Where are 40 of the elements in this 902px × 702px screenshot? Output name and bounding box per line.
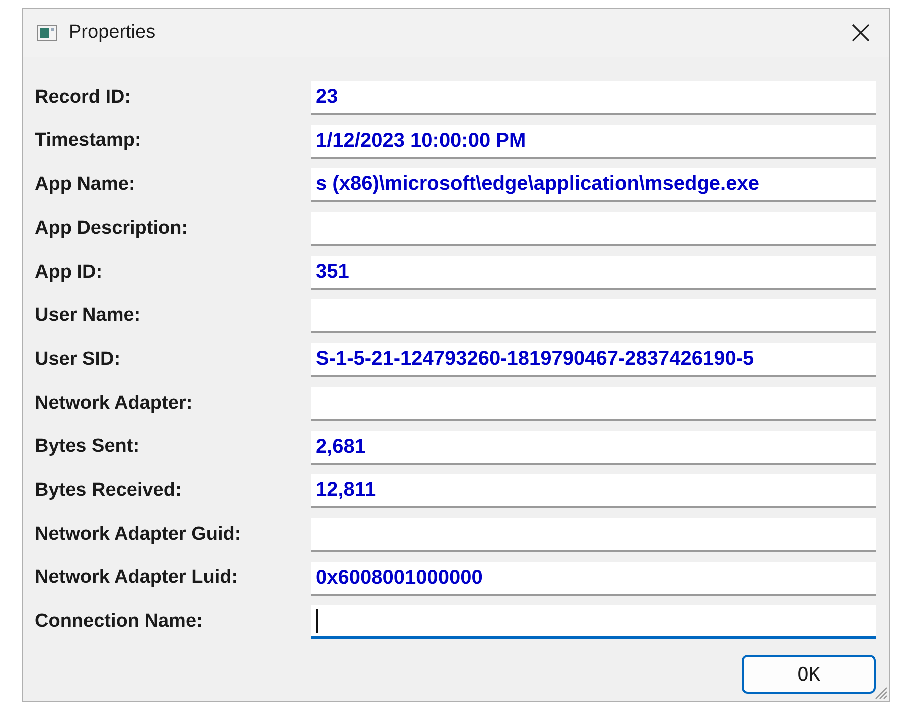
field-label: User Name: [35,304,142,328]
field-value: 351 [316,260,350,285]
field-label: Record ID: [35,86,132,110]
text-field[interactable]: 23 [311,81,876,115]
ok-button[interactable]: OK [742,655,876,694]
field-value: s (x86)\microsoft\edge\application\msedge.exe [316,172,760,198]
field-label: App Description: [35,216,190,241]
field-value: 2,681 [316,434,366,460]
field-label: Bytes Received: [35,478,183,503]
text-field[interactable]: 0x6008001000000 [311,562,876,596]
field-label: Network Adapter: [35,392,194,416]
field-label: Network Adapter Guid: [35,522,242,547]
resize-grip-icon [874,686,888,700]
text-field[interactable]: 1/12/2023 10:00:00 PM [311,124,876,159]
text-field[interactable] [311,299,876,334]
text-field[interactable]: 351 [311,256,876,290]
field-label: Network Adapter Luid: [35,566,240,590]
close-icon [852,24,870,42]
text-field[interactable] [311,212,876,246]
text-field[interactable]: 12,811 [311,474,876,508]
field-value: S-1-5-21-124793260-1819790467-2837426190-5 [316,347,754,372]
text-field[interactable] [311,518,876,552]
text-field[interactable] [311,605,876,640]
window-icon [37,25,57,41]
text-field[interactable]: 2,681 [311,430,876,464]
text-field[interactable]: s (x86)\microsoft\edge\application\msedge.exe [311,168,876,202]
field-value: 1/12/2023 10:00:00 PM [316,128,526,154]
field-label: App ID: [35,260,104,284]
text-field[interactable] [311,386,876,421]
field-label: Bytes Sent: [35,435,141,460]
text-caret [316,608,318,633]
field-label: Timestamp: [35,129,142,154]
text-field[interactable]: S-1-5-21-124793260-1819790467-2837426190-5 [311,343,876,378]
field-value: 0x6008001000000 [316,566,483,591]
field-value: 23 [316,85,338,110]
window-title: Properties [69,20,156,45]
field-label: Connection Name: [35,610,204,634]
field-label: User SID: [35,348,122,372]
field-label: App Name: [35,173,136,198]
field-value: 12,811 [316,478,376,504]
